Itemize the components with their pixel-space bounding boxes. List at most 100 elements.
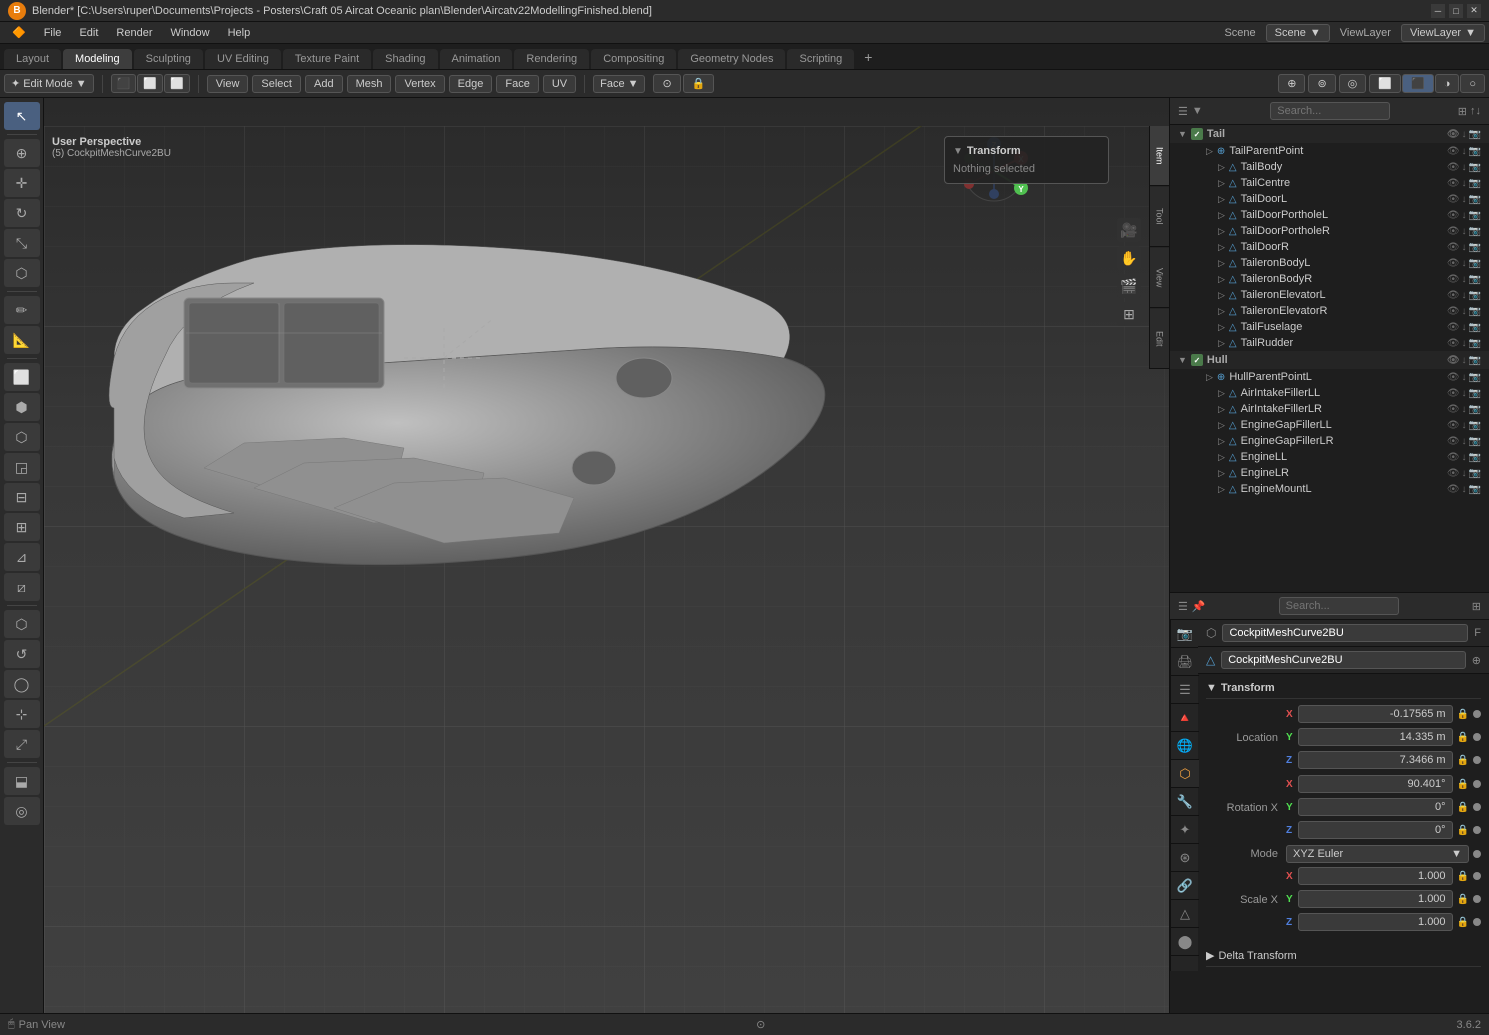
material-props-btn[interactable]: ⬤ [1171, 928, 1199, 956]
minimize-button[interactable]: ─ [1431, 4, 1445, 18]
particle-props-btn[interactable]: ✦ [1171, 816, 1199, 844]
tab-geometry-nodes[interactable]: Geometry Nodes [678, 49, 785, 69]
vertex-select-btn[interactable]: ⬛ [111, 74, 137, 93]
render-props-btn[interactable]: 📷 [1171, 620, 1199, 648]
loc-y-lock[interactable]: 🔒 [1457, 732, 1469, 743]
loc-x-lock[interactable]: 🔒 [1457, 709, 1469, 720]
transform-header[interactable]: ▼ Transform [953, 145, 1100, 157]
solid-btn[interactable]: ⬛ [1402, 74, 1434, 93]
tab-rendering[interactable]: Rendering [514, 49, 589, 69]
bisect-tool[interactable]: ⧄ [4, 573, 40, 601]
outliner-taileronel[interactable]: ▷ △ TaileronElevatorL 👁↓📷 [1170, 287, 1489, 303]
outliner-sort-btn[interactable]: ↑↓ [1470, 105, 1481, 118]
location-z-field[interactable]: 7.3466 m [1298, 751, 1453, 769]
viewport-canvas[interactable]: User Perspective (5) CockpitMeshCurve2BU… [44, 98, 1169, 1013]
scene-props-btn[interactable]: 🔺 [1171, 704, 1199, 732]
tab-sculpting[interactable]: Sculpting [134, 49, 203, 69]
tail-section-header[interactable]: ▼ ✓ Tail 👁 ↓ 📷 [1170, 125, 1489, 143]
modifier-props-btn[interactable]: 🔧 [1171, 788, 1199, 816]
prop-search[interactable] [1279, 597, 1399, 615]
mode-selector[interactable]: ✦ Edit Mode ▼ [4, 74, 94, 93]
outliner-tail-parent[interactable]: ▷ ⊕ TailParentPoint 👁↓📷 [1170, 143, 1489, 159]
outliner-enginegaplr[interactable]: ▷ △ EngineGapFillerLR 👁↓📷 [1170, 433, 1489, 449]
loop-cut-tool[interactable]: ⊟ [4, 483, 40, 511]
delta-transform-header[interactable]: ▶ Delta Transform [1206, 945, 1481, 967]
outliner-enginemount[interactable]: ▷ △ EngineMountL 👁↓📷 [1170, 481, 1489, 497]
scale-y-lock[interactable]: 🔒 [1457, 894, 1469, 905]
menu-file[interactable]: File [36, 25, 70, 41]
outliner-taileronbodyr[interactable]: ▷ △ TaileronBodyR 👁↓📷 [1170, 271, 1489, 287]
data-fake-user-btn[interactable]: ⊕ [1472, 654, 1481, 667]
menu-blender[interactable]: 🔶 [4, 24, 34, 41]
vp-tab-edit[interactable]: Edit [1150, 309, 1169, 369]
movie-gizmo[interactable]: 🎬 [1117, 274, 1141, 298]
scale-x-field[interactable]: 1.000 [1298, 867, 1453, 885]
poly-build-tool[interactable]: ⬡ [4, 610, 40, 638]
tab-compositing[interactable]: Compositing [591, 49, 676, 69]
outliner-taildoorl[interactable]: ▷ △ TailDoorL 👁↓📷 [1170, 191, 1489, 207]
rotate-tool[interactable]: ↻ [4, 199, 40, 227]
tab-uv-editing[interactable]: UV Editing [205, 49, 281, 69]
outliner-enginelr[interactable]: ▷ △ EngineLR 👁↓📷 [1170, 465, 1489, 481]
physics-props-btn[interactable]: ⊛ [1171, 844, 1199, 872]
scale-z-lock[interactable]: 🔒 [1457, 917, 1469, 928]
vertex-btn[interactable]: Vertex [395, 75, 444, 93]
face-select-btn[interactable]: ⬜ [164, 74, 190, 93]
cursor-tool[interactable]: ⊕ [4, 139, 40, 167]
rot-y-lock[interactable]: 🔒 [1457, 802, 1469, 813]
outliner-filter-icon[interactable]: ▼ [1192, 105, 1203, 118]
outliner-airintakelr[interactable]: ▷ △ AirIntakeFillerLR 👁↓📷 [1170, 401, 1489, 417]
tab-texture-paint[interactable]: Texture Paint [283, 49, 371, 69]
tail-visibility-check[interactable]: ✓ [1191, 128, 1203, 140]
prop-menu-icon[interactable]: ☰ [1178, 600, 1188, 613]
outliner-search[interactable] [1270, 102, 1390, 120]
loc-z-lock[interactable]: 🔒 [1457, 755, 1469, 766]
location-x-field[interactable]: -0.17565 m [1298, 705, 1453, 723]
face-btn[interactable]: Face [496, 75, 538, 93]
menu-edit[interactable]: Edit [71, 25, 106, 41]
move-tool[interactable]: ✛ [4, 169, 40, 197]
wireframe-btn[interactable]: ⬜ [1369, 74, 1401, 93]
overlay-btn[interactable]: ⊚ [1308, 74, 1335, 93]
viewlayer-selector[interactable]: ViewLayer▼ [1401, 24, 1485, 42]
rot-x-lock[interactable]: 🔒 [1457, 779, 1469, 790]
tab-scripting[interactable]: Scripting [787, 49, 854, 69]
outliner-taileronerr[interactable]: ▷ △ TaileronElevatorR 👁↓📷 [1170, 303, 1489, 319]
smooth-tool[interactable]: ◯ [4, 670, 40, 698]
data-props-btn[interactable]: △ [1171, 900, 1199, 928]
add-workspace-button[interactable]: + [856, 45, 880, 69]
offset-tool[interactable]: ⊞ [4, 513, 40, 541]
extrude-tool[interactable]: ⬢ [4, 393, 40, 421]
vp-tab-view[interactable]: View [1150, 248, 1169, 308]
add-cube-tool[interactable]: ⬜ [4, 363, 40, 391]
constraints-props-btn[interactable]: 🔗 [1171, 872, 1199, 900]
outliner-tailcentre[interactable]: ▷ △ TailCentre 👁↓📷 [1170, 175, 1489, 191]
face-mode-dropdown[interactable]: Face ▼ [593, 75, 645, 93]
knife-tool[interactable]: ⊿ [4, 543, 40, 571]
transform-section-header[interactable]: ▼ Transform [1206, 678, 1481, 699]
outliner-enginegapll[interactable]: ▷ △ EngineGapFillerLL 👁↓📷 [1170, 417, 1489, 433]
shear-tool[interactable]: ⬓ [4, 767, 40, 795]
hull-visibility-check[interactable]: ✓ [1191, 354, 1203, 366]
scale-x-lock[interactable]: 🔒 [1457, 871, 1469, 882]
grid-gizmo[interactable]: ⊞ [1117, 302, 1141, 326]
scale-y-field[interactable]: 1.000 [1298, 890, 1453, 908]
location-y-field[interactable]: 14.335 m [1298, 728, 1453, 746]
scale-tool[interactable]: ⤡ [4, 229, 40, 257]
select-btn[interactable]: Select [252, 75, 301, 93]
scene-selector[interactable]: Scene▼ [1266, 24, 1330, 42]
hand-gizmo[interactable]: ✋ [1117, 246, 1141, 270]
spin-tool[interactable]: ↺ [4, 640, 40, 668]
scale-z-field[interactable]: 1.000 [1298, 913, 1453, 931]
titlebar-controls[interactable]: ─ □ ✕ [1431, 4, 1481, 18]
measure-tool[interactable]: 📐 [4, 326, 40, 354]
rendered-btn[interactable]: ○ [1460, 74, 1485, 93]
uv-btn[interactable]: UV [543, 75, 576, 93]
tab-layout[interactable]: Layout [4, 49, 61, 69]
bevel-tool[interactable]: ◲ [4, 453, 40, 481]
object-name-field[interactable] [1222, 624, 1468, 642]
view-layer-props-btn[interactable]: ☰ [1171, 676, 1199, 704]
gizmo-btn[interactable]: ⊕ [1278, 74, 1305, 93]
prop-pin-icon[interactable]: 📌 [1192, 600, 1206, 613]
randomize-tool[interactable]: ⊹ [4, 700, 40, 728]
